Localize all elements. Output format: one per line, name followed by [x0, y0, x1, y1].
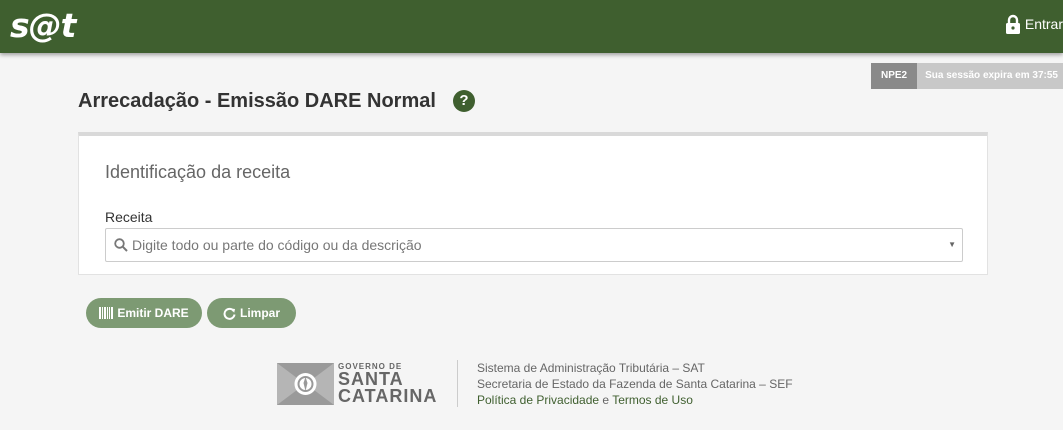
help-icon[interactable]: ? — [453, 90, 475, 112]
revenue-field-label: Receita — [105, 209, 153, 225]
clear-button[interactable]: Limpar — [207, 298, 296, 328]
clear-label: Limpar — [239, 306, 280, 320]
footer-line-sef: Secretaria de Estado da Fazenda de Santa… — [477, 377, 793, 391]
footer-line-sat: Sistema de Administração Tributária – SA… — [477, 361, 705, 375]
session-indicator: NPE2 Sua sessão expira em 37:55 — [871, 63, 1063, 89]
terms-of-use-link[interactable]: Termos de Uso — [612, 393, 693, 407]
login-button[interactable]: Entrar — [1005, 14, 1063, 34]
search-icon — [114, 238, 128, 252]
lock-icon — [1005, 14, 1020, 34]
government-logo: GOVERNO DE SANTA CATARINA — [277, 362, 439, 406]
privacy-policy-link[interactable]: Política de Privacidade — [477, 393, 599, 407]
government-wordmark: GOVERNO DE SANTA CATARINA — [338, 362, 437, 405]
sat-logo[interactable]: s@t — [10, 6, 76, 46]
footer-links: Política de Privacidade e Termos de Uso — [477, 392, 793, 408]
page-title: Arrecadação - Emissão DARE Normal — [78, 90, 436, 112]
environment-badge: NPE2 — [871, 63, 918, 89]
revenue-identification-panel: Identificação da receita Receita Digite … — [78, 132, 988, 275]
caret-down-icon: ▼ — [948, 240, 956, 249]
emit-dare-button[interactable]: Emitir DARE — [86, 298, 202, 328]
footer-divider — [457, 360, 458, 407]
refresh-icon — [223, 307, 236, 320]
emit-dare-label: Emitir DARE — [117, 306, 189, 320]
barcode-icon — [99, 307, 114, 319]
footer-link-separator: e — [599, 393, 613, 407]
footer-info: Sistema de Administração Tributária – SA… — [477, 360, 793, 408]
session-expire-text: Sua sessão expira em 37:55 — [917, 63, 1063, 89]
top-bar: s@t Entrar — [0, 0, 1063, 53]
panel-title: Identificação da receita — [105, 162, 291, 182]
revenue-select[interactable]: Digite todo ou parte do código ou da des… — [105, 228, 963, 262]
state-emblem-icon — [277, 363, 334, 405]
login-label: Entrar — [1024, 16, 1063, 32]
gov-state-line2: CATARINA — [338, 386, 438, 406]
revenue-select-placeholder: Digite todo ou parte do código ou da des… — [132, 237, 422, 253]
